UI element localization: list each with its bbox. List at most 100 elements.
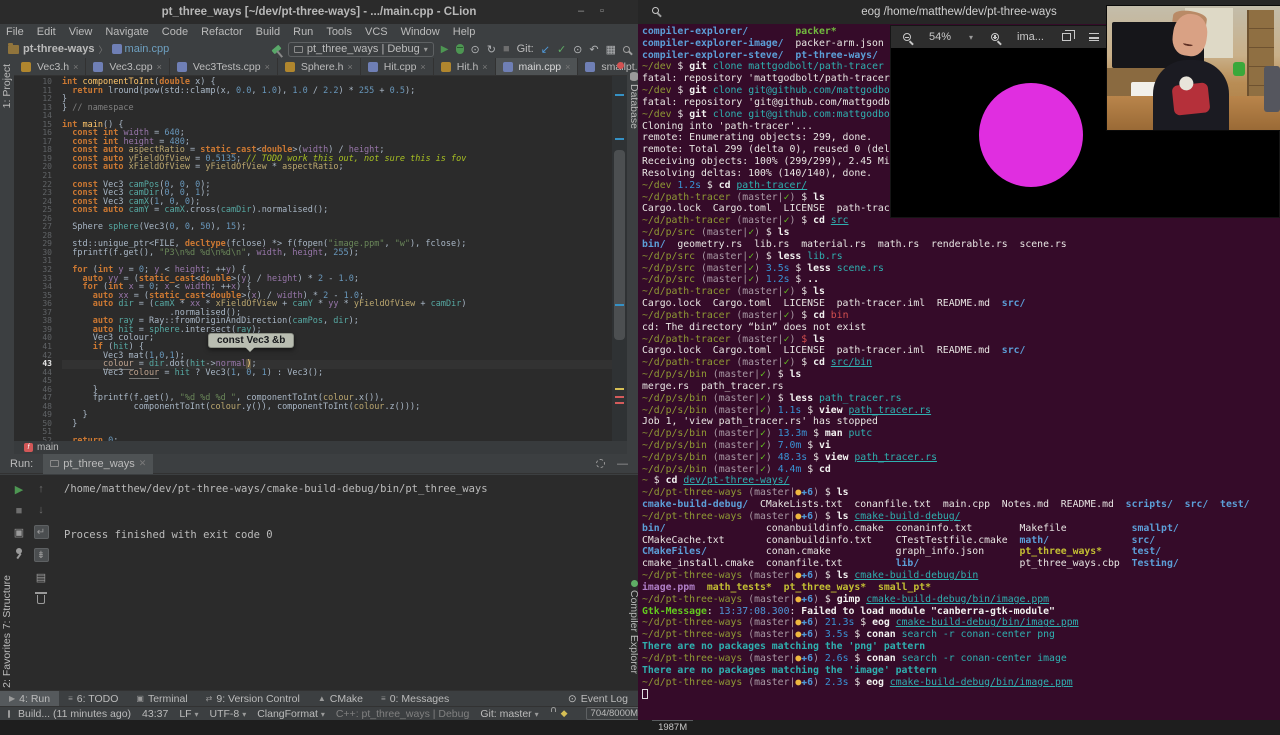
resolve-context[interactable]: C++: pt_three_ways | Debug	[336, 708, 469, 720]
scrollbar-thumb[interactable]	[614, 150, 625, 340]
function-name[interactable]: main	[37, 442, 59, 453]
toolwindow-0-messages[interactable]: ≡ 0: Messages	[372, 691, 458, 707]
search-icon[interactable]	[652, 7, 659, 14]
clear-output-icon[interactable]	[35, 592, 47, 604]
tab-vec3tests.cpp[interactable]: Vec3Tests.cpp ×	[170, 58, 278, 75]
toolwindow-9-version-control[interactable]: ⇄ 9: Version Control	[197, 691, 309, 707]
run-config-select[interactable]: pt_three_ways | Debug ▾	[287, 41, 434, 57]
breadcrumb-project[interactable]: pt-three-ways	[23, 43, 95, 55]
menu-item-vcs[interactable]: VCS	[365, 26, 388, 38]
debug-button[interactable]	[455, 44, 464, 54]
pin-icon[interactable]	[16, 548, 22, 554]
git-update-icon[interactable]: ↙	[541, 43, 550, 56]
close-tab-icon[interactable]: ×	[157, 62, 162, 72]
profile-button[interactable]: ⊙	[471, 43, 480, 56]
toolwindow-6-todo[interactable]: ≡ 6: TODO	[59, 691, 127, 707]
menu-item-code[interactable]: Code	[162, 26, 188, 38]
code-token: -	[323, 273, 339, 284]
menu-item-refactor[interactable]: Refactor	[201, 26, 243, 38]
history-icon[interactable]: ⊙	[573, 43, 582, 56]
code-token: =	[190, 162, 206, 173]
tab-vec3.cpp[interactable]: Vec3.cpp ×	[86, 58, 170, 75]
zoom-out-icon[interactable]	[903, 33, 911, 41]
rerun-button[interactable]: ↻	[487, 43, 496, 56]
code-editor[interactable]: 101112131415▶161718192021222324252627282…	[14, 76, 612, 441]
menu-item-run[interactable]: Run	[293, 26, 313, 38]
terminal-token: cd	[665, 475, 678, 487]
maximize-icon[interactable]: ▫	[600, 5, 604, 18]
line-ending-select[interactable]: LF ▾	[179, 708, 198, 720]
hide-panel-icon[interactable]: —	[617, 458, 628, 470]
minimize-icon[interactable]: –	[578, 5, 584, 18]
encoding-select[interactable]: UTF-8 ▾	[210, 708, 247, 720]
soft-wrap-icon[interactable]: ↵	[33, 525, 49, 539]
sidebar-item-structure[interactable]: 7: Structure	[1, 575, 13, 629]
tab-main.cpp[interactable]: main.cpp ×	[495, 58, 579, 75]
close-tab-icon[interactable]: ×	[565, 62, 570, 72]
tab-hit.cpp[interactable]: Hit.cpp ×	[361, 58, 434, 75]
editor-scrollbar[interactable]	[612, 76, 627, 441]
close-tab-icon[interactable]: ×	[347, 62, 352, 72]
toolwindow-toggle-icon[interactable]	[8, 709, 10, 718]
sidebar-item-favorites[interactable]: 2: Favorites	[1, 633, 13, 688]
code-token: *	[266, 162, 283, 173]
menu-item-navigate[interactable]: Navigate	[105, 26, 148, 38]
event-log-button[interactable]: ⊙ Event Log	[568, 693, 638, 705]
terminal-token: 3.5s	[765, 262, 790, 274]
menu-item-edit[interactable]: Edit	[37, 26, 56, 38]
menu-item-file[interactable]: File	[6, 26, 24, 38]
wrench-icon[interactable]: ◆	[561, 708, 568, 719]
toolwindow-terminal[interactable]: ▣ Terminal	[127, 691, 196, 707]
run-output-panel[interactable]: ▶ ■ ▣ ↑ ↓ ↵ ⇟ ▤ /home/matthew/dev/pt-thr…	[0, 475, 638, 690]
split-icon[interactable]: ▣	[14, 526, 24, 539]
terminal-token: clone mattgodbolt/path-tracer	[712, 61, 884, 73]
diff-icon[interactable]: ▦	[606, 43, 616, 56]
toolwindow-cmake[interactable]: ▲ CMake	[309, 691, 372, 707]
menu-item-tools[interactable]: Tools	[326, 26, 352, 38]
git-commit-icon[interactable]: ✓	[557, 43, 566, 56]
terminal-token: git	[689, 108, 707, 120]
menu-item-window[interactable]: Window	[401, 26, 440, 38]
terminal-line: Cargo.lock Cargo.toml LICENSE path-trace…	[642, 298, 1278, 310]
zoom-in-icon[interactable]	[991, 33, 1000, 41]
build-hammer-icon[interactable]	[271, 44, 282, 54]
up-stack-icon[interactable]: ↑	[38, 483, 44, 495]
menu-item-view[interactable]: View	[69, 26, 93, 38]
chevron-down-icon[interactable]: ▾	[969, 33, 973, 42]
tab-hit.h[interactable]: Hit.h ×	[434, 58, 496, 75]
build-status[interactable]: Build... (11 minutes ago)	[18, 708, 131, 720]
run-console-tab[interactable]: pt_three_ways ✕	[43, 453, 154, 474]
code-area[interactable]: int componentToInt(double x) { return lr…	[62, 78, 612, 441]
sidebar-item-project[interactable]: 1: Project	[1, 64, 13, 108]
close-tab-icon[interactable]: ×	[482, 62, 487, 72]
run-button[interactable]: ▶	[441, 44, 449, 55]
caret-position[interactable]: 43:37	[142, 708, 168, 720]
rerun-icon[interactable]: ▶	[15, 483, 23, 496]
breadcrumb-file[interactable]: main.cpp	[125, 43, 170, 55]
hamburger-menu-icon[interactable]	[1088, 33, 1099, 41]
rollback-icon[interactable]: ↶	[589, 43, 598, 56]
gear-icon[interactable]	[596, 459, 605, 468]
close-tab-icon[interactable]: ×	[265, 62, 270, 72]
memory-indicator[interactable]: 704/8000M	[585, 707, 644, 720]
zoom-level[interactable]: 54%	[929, 31, 951, 43]
close-tab-icon[interactable]: ✕	[139, 458, 147, 469]
menu-item-build[interactable]: Build	[256, 26, 280, 38]
scroll-end-icon[interactable]: ⇟	[33, 548, 49, 562]
git-branch[interactable]: Git: master ▾	[480, 708, 538, 720]
search-everywhere-icon[interactable]	[623, 45, 630, 53]
tab-vec3.h[interactable]: Vec3.h ×	[14, 58, 87, 75]
print-icon[interactable]: ▤	[36, 571, 46, 584]
terminal-token: conan	[866, 652, 896, 664]
tab-sphere.h[interactable]: Sphere.h ×	[278, 58, 361, 75]
close-tab-icon[interactable]: ×	[73, 62, 78, 72]
format-select[interactable]: ClangFormat ▾	[257, 708, 325, 720]
cpp-file-icon	[585, 61, 596, 72]
gallery-icon[interactable]	[1061, 30, 1075, 41]
editor-gutter[interactable]: 101112131415▶161718192021222324252627282…	[14, 77, 56, 441]
error-indicator-icon[interactable]	[617, 62, 624, 69]
menu-item-help[interactable]: Help	[453, 26, 476, 38]
down-stack-icon[interactable]: ↓	[38, 504, 44, 516]
close-tab-icon[interactable]: ×	[420, 62, 425, 72]
toolwindow-4-run[interactable]: ▶ 4: Run	[0, 690, 60, 707]
